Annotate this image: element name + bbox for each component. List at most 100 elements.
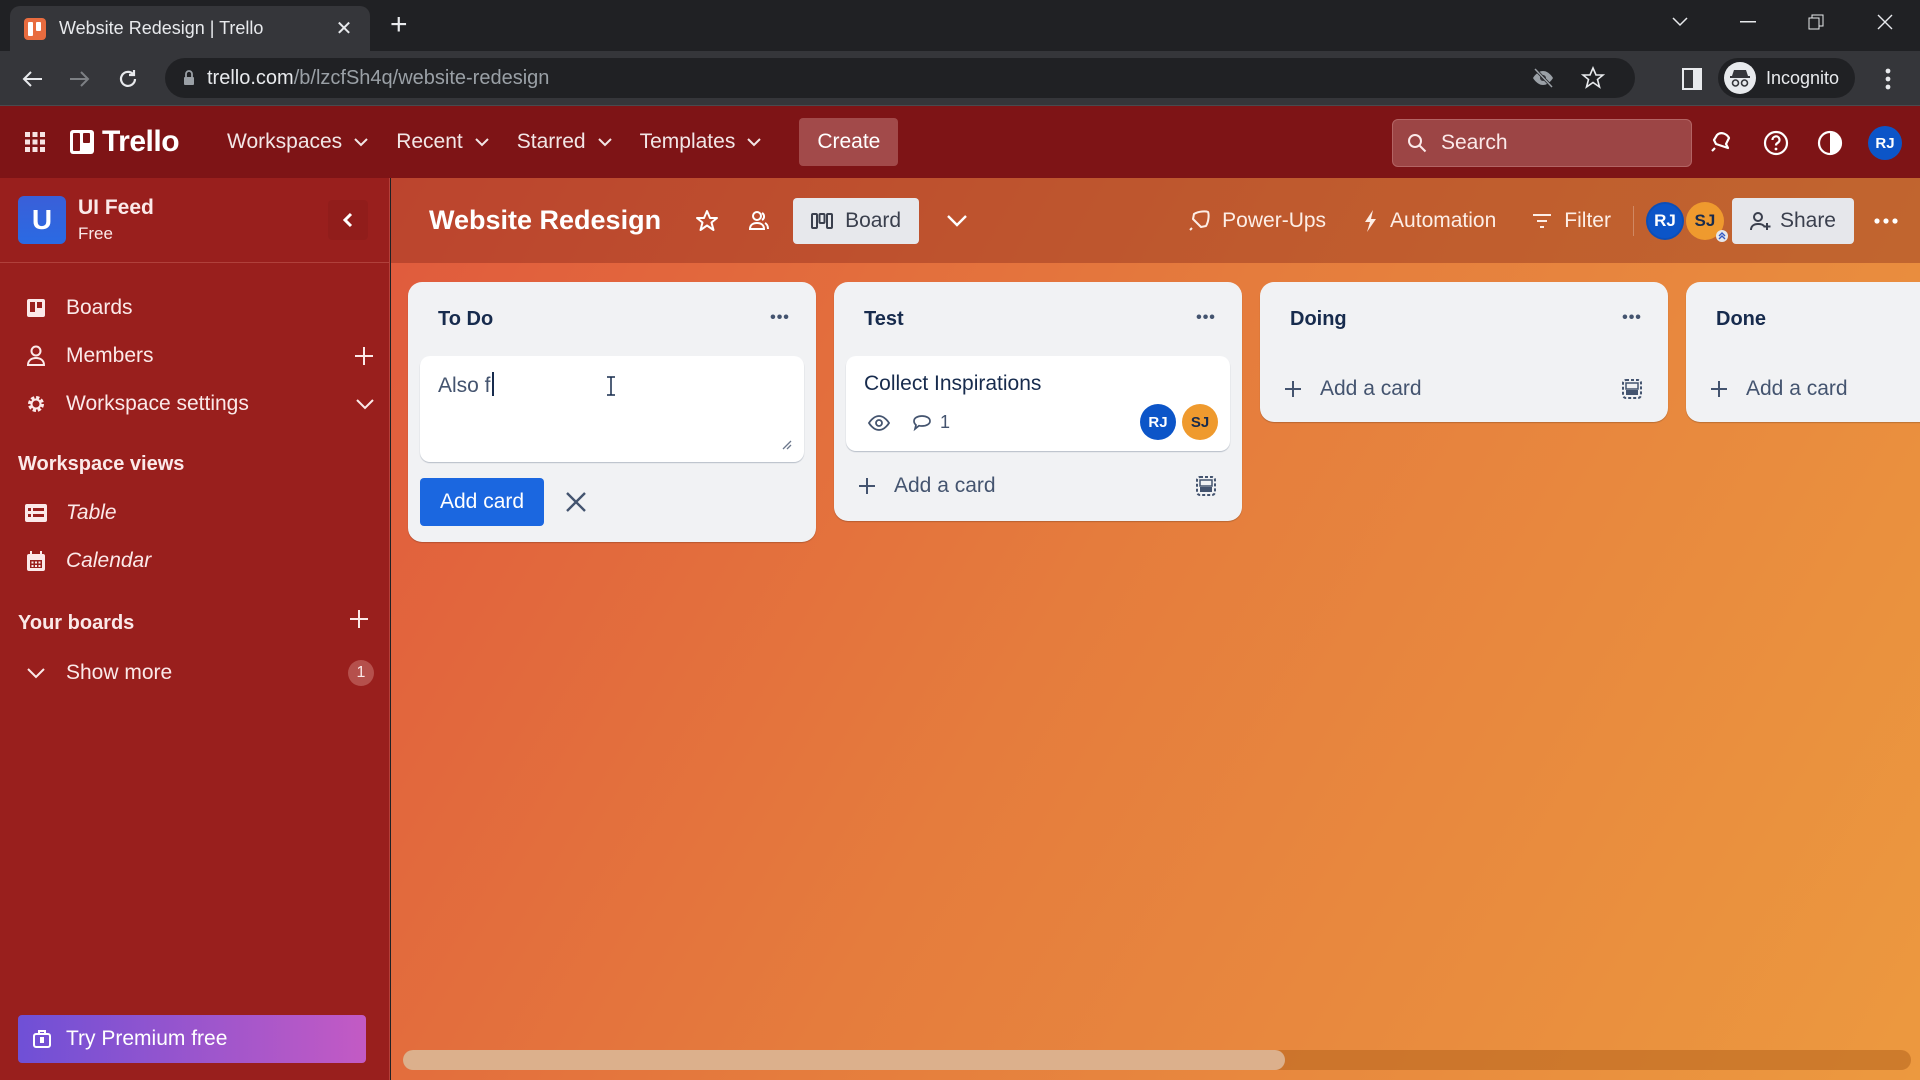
tab-search-chevron-icon[interactable] — [1650, 0, 1710, 44]
board-menu-button[interactable] — [1854, 217, 1920, 224]
card-template-icon[interactable] — [1622, 379, 1642, 399]
list-title[interactable]: Done — [1716, 308, 1766, 331]
list-title[interactable]: To Do — [438, 308, 493, 331]
side-panel-icon[interactable] — [1676, 63, 1708, 95]
sidebar-item-workspace-settings[interactable]: Workspace settings — [0, 382, 390, 426]
resize-handle-icon[interactable] — [780, 438, 792, 450]
board-visibility-icon[interactable] — [739, 201, 779, 241]
card-members: RJ SJ — [1140, 404, 1218, 440]
card-member-avatar[interactable]: RJ — [1140, 404, 1176, 440]
create-button[interactable]: Create — [799, 118, 899, 166]
close-window-button[interactable] — [1855, 0, 1915, 44]
list-menu-icon[interactable]: ••• — [1194, 306, 1218, 330]
restore-button[interactable] — [1786, 0, 1846, 44]
add-member-plus-icon[interactable] — [354, 346, 374, 366]
show-more-boards[interactable]: Show more 1 — [0, 651, 390, 695]
automation-label: Automation — [1390, 208, 1497, 232]
board-view-icon — [811, 212, 834, 229]
add-card-submit-button[interactable]: Add card — [420, 478, 545, 526]
card-template-icon[interactable] — [1196, 476, 1216, 496]
tab-title: Website Redesign | Trello — [59, 18, 264, 38]
plus-icon — [859, 478, 875, 494]
add-board-plus-icon[interactable] — [349, 609, 369, 629]
trello-header: Trello Workspaces Recent Starred Templat… — [0, 106, 1920, 178]
chevron-down-icon[interactable] — [356, 398, 374, 410]
search-input[interactable]: Search — [1392, 119, 1692, 167]
filter-button[interactable]: Filter — [1514, 209, 1633, 233]
help-icon[interactable] — [1761, 128, 1791, 158]
briefcase-icon — [33, 1030, 51, 1048]
app-switcher-icon[interactable] — [24, 131, 48, 153]
workspace-avatar: U — [18, 196, 66, 244]
board-view-button[interactable]: Board — [793, 197, 920, 244]
member-avatar-sj[interactable]: SJ — [1685, 201, 1728, 242]
tab-close-icon[interactable]: ✕ — [332, 16, 356, 41]
card[interactable]: Collect Inspirations 1 RJ SJ — [846, 356, 1230, 451]
incognito-label: Incognito — [1766, 67, 1840, 88]
workspaces-menu[interactable]: Workspaces — [213, 119, 382, 165]
add-person-icon — [1749, 211, 1771, 230]
power-ups-label: Power-Ups — [1222, 208, 1327, 232]
incognito-profile-button[interactable]: Incognito — [1718, 58, 1856, 98]
sidebar-item-calendar[interactable]: Calendar — [0, 539, 390, 583]
card-member-avatar[interactable]: SJ — [1182, 404, 1218, 440]
list-menu-icon[interactable]: ••• — [768, 306, 792, 330]
card-title: Collect Inspirations — [864, 372, 1042, 395]
theme-toggle-icon[interactable] — [1815, 128, 1845, 158]
switch-view-chevron-icon[interactable] — [937, 201, 977, 241]
workspace-plan: Free — [78, 224, 113, 243]
trello-logo[interactable]: Trello — [70, 125, 180, 159]
member-avatar-rj[interactable]: RJ — [1645, 201, 1684, 240]
add-card-button[interactable]: Add a card — [1686, 356, 1920, 422]
power-ups-button[interactable]: Power-Ups — [1170, 209, 1344, 233]
horizontal-scrollbar[interactable] — [403, 1050, 1911, 1070]
list-title[interactable]: Test — [864, 308, 904, 331]
list-title[interactable]: Doing — [1290, 308, 1347, 331]
list-menu-icon[interactable]: ••• — [1620, 306, 1644, 330]
automation-button[interactable]: Automation — [1344, 209, 1514, 233]
show-more-count-badge: 1 — [348, 660, 374, 686]
sidebar-item-members[interactable]: Members — [0, 334, 390, 378]
new-card-title-input[interactable]: Also f — [420, 356, 804, 462]
share-button[interactable]: Share — [1731, 197, 1854, 244]
sidebar-item-table[interactable]: Table — [0, 491, 390, 535]
lightning-icon — [1365, 209, 1377, 232]
workspace-header: U UI Feed Free — [0, 178, 389, 263]
workspace-views-heading: Workspace views — [18, 453, 185, 475]
browser-menu-icon[interactable] — [1872, 63, 1904, 95]
reload-icon[interactable] — [112, 63, 144, 95]
filter-label: Filter — [1564, 208, 1611, 232]
header-divider — [1632, 205, 1634, 236]
sidebar-item-label: Calendar — [66, 549, 152, 572]
sidebar-item-boards[interactable]: Boards — [0, 286, 390, 330]
browser-tab[interactable]: Website Redesign | Trello ✕ — [10, 6, 370, 51]
bookmark-star-icon[interactable] — [1581, 66, 1605, 90]
address-bar[interactable]: trello.com/b/lzcfSh4q/website-redesign — [165, 58, 1635, 98]
scrollbar-thumb[interactable] — [403, 1050, 1286, 1070]
notifications-bell-icon[interactable] — [1707, 128, 1737, 158]
starred-menu[interactable]: Starred — [503, 119, 626, 165]
add-card-button[interactable]: Add a card — [834, 451, 1242, 521]
star-board-icon[interactable] — [687, 201, 727, 241]
try-premium-button[interactable]: Try Premium free — [18, 1015, 366, 1063]
tracking-protection-icon[interactable] — [1531, 66, 1555, 90]
trello-logo-text: Trello — [102, 125, 180, 158]
sidebar: U UI Feed Free Boards Members Workspace … — [0, 178, 390, 1080]
new-tab-button[interactable]: + — [390, 10, 408, 40]
user-avatar[interactable]: RJ — [1868, 126, 1902, 160]
forward-icon[interactable] — [64, 63, 96, 95]
back-icon[interactable] — [16, 63, 48, 95]
rocket-icon — [1189, 209, 1210, 231]
add-card-button[interactable]: Add a card — [1260, 356, 1668, 422]
cancel-composer-close-icon[interactable] — [564, 490, 588, 514]
board-canvas: Website Redesign Board Power-Ups Automat… — [391, 178, 1920, 1080]
templates-menu[interactable]: Templates — [626, 119, 776, 165]
recent-menu[interactable]: Recent — [382, 119, 503, 165]
sidebar-item-label: Workspace settings — [66, 392, 249, 415]
more-dots-icon — [1874, 217, 1898, 224]
minimize-button[interactable] — [1718, 0, 1778, 44]
sidebar-item-label: Members — [66, 344, 154, 367]
list-header: To Do ••• — [408, 282, 816, 356]
board-title[interactable]: Website Redesign — [429, 205, 661, 236]
collapse-sidebar-button[interactable] — [328, 200, 368, 240]
